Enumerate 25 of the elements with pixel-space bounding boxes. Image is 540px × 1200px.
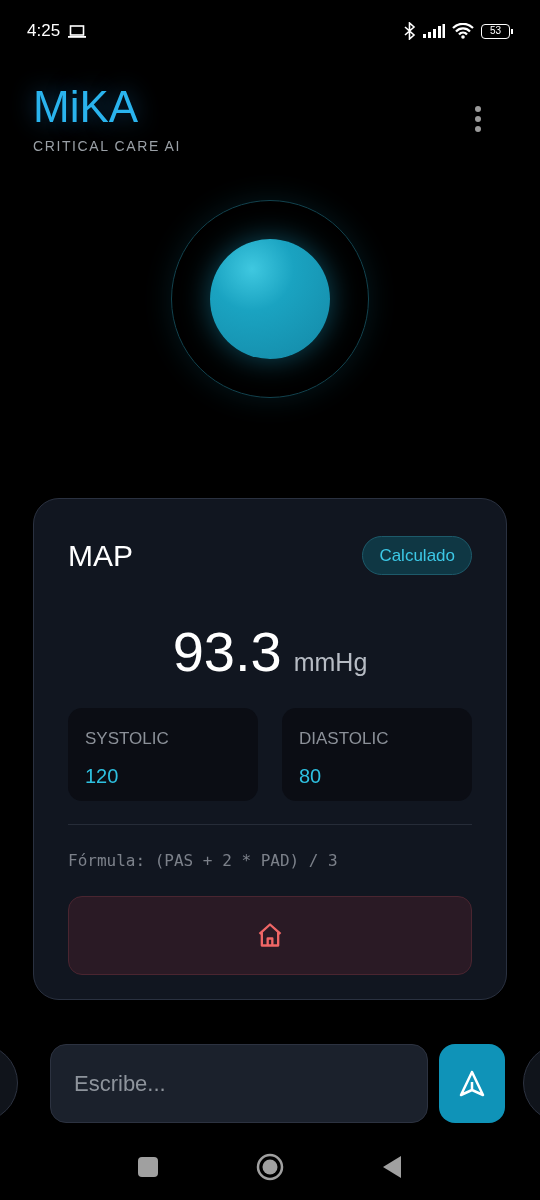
home-icon	[256, 921, 284, 949]
reading-label: SYSTOLIC	[85, 727, 170, 750]
home-nav-icon[interactable]	[256, 1153, 284, 1181]
card-title: MAP	[68, 538, 133, 574]
status-time: 4:25	[27, 20, 61, 43]
reading-value: 80	[299, 764, 323, 789]
map-value: 93.3	[172, 624, 282, 680]
send-icon	[457, 1068, 487, 1099]
status-badge: Calculado	[362, 535, 472, 576]
back-icon[interactable]	[382, 1155, 402, 1179]
app-subtitle: CRITICAL CARE AI	[33, 137, 181, 156]
recents-icon[interactable]	[138, 1157, 158, 1177]
bluetooth-icon	[404, 22, 416, 40]
wifi-icon	[452, 23, 474, 39]
send-button[interactable]	[439, 1044, 505, 1123]
unit-label: mmHg	[293, 647, 368, 678]
laptop-icon	[68, 24, 87, 38]
app-title: MiKA	[33, 81, 140, 133]
reading-value: 120	[85, 764, 120, 789]
more-icon[interactable]	[475, 106, 481, 132]
message-field[interactable]: Escribe...	[50, 1044, 428, 1123]
signal-icon	[423, 24, 445, 38]
reading-label: DIASTOLIC	[299, 727, 390, 750]
formula-text: Fórmula: (PAS + 2 * PAD) / 3	[68, 849, 339, 872]
battery-icon: 53	[481, 23, 513, 39]
